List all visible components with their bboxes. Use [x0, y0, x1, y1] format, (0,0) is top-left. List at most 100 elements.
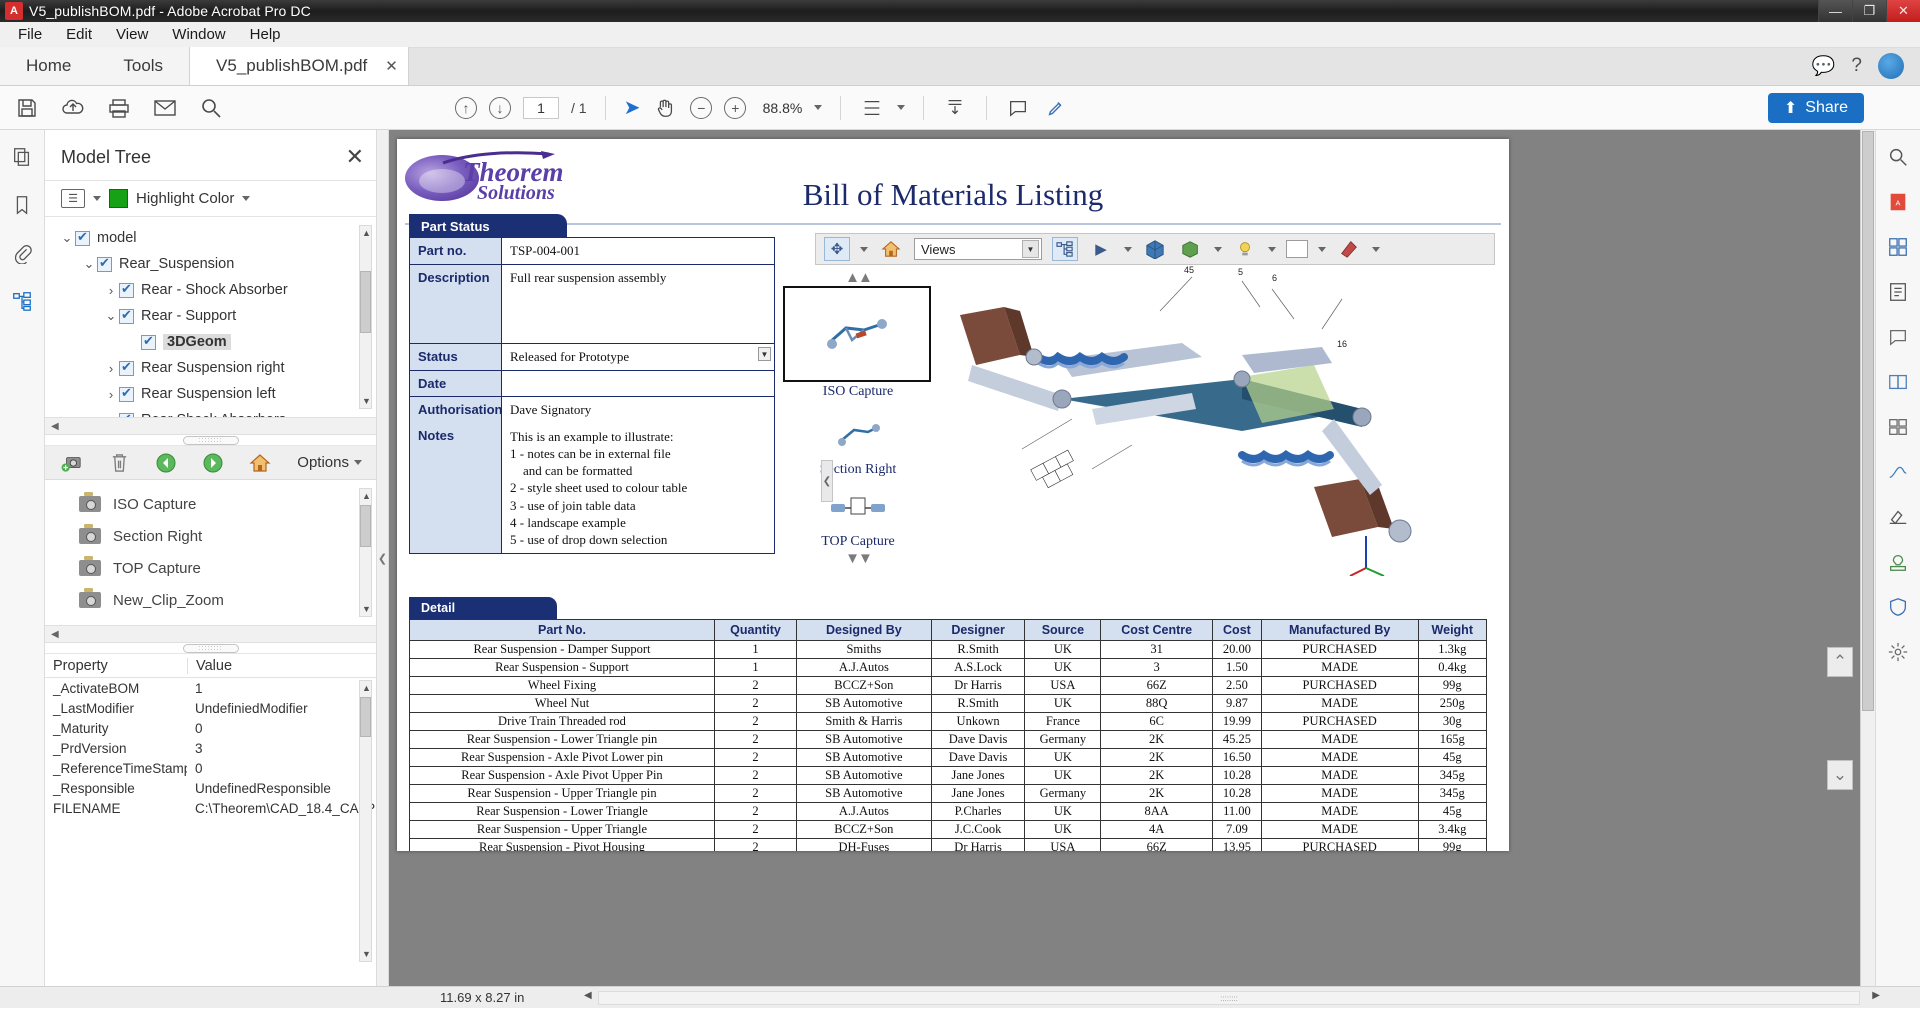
view-list-item[interactable]: Section Right	[45, 520, 376, 552]
thumbnail-section-right[interactable]	[783, 418, 933, 454]
property-row[interactable]: _PrdVersion3	[45, 738, 376, 758]
export-pdf-icon[interactable]: A	[1884, 189, 1912, 215]
document-scroll-thumb[interactable]	[1862, 131, 1874, 711]
panel-splitter-2[interactable]: ::::::::	[45, 643, 376, 654]
fill-and-sign-icon[interactable]	[1884, 459, 1912, 485]
views-scroll-down-icon[interactable]: ▼	[361, 603, 372, 615]
thumbnails-scroll-down-icon[interactable]: ▼▼	[783, 550, 933, 567]
properties-scrollbar[interactable]: ▲ ▼	[359, 680, 372, 962]
expand-arrow-icon[interactable]: ›	[103, 283, 119, 298]
model-tree-scroll-thumb[interactable]	[360, 271, 371, 333]
add-view-icon[interactable]	[61, 451, 83, 475]
tab-home[interactable]: Home	[0, 47, 97, 85]
scroll-page-up-button[interactable]: ⌃	[1827, 647, 1853, 677]
view-list-item[interactable]: ISO Capture	[45, 488, 376, 520]
tree-node-checkbox[interactable]	[119, 283, 134, 298]
page-fit-icon[interactable]	[859, 95, 885, 121]
tree-node-checkbox[interactable]	[97, 257, 112, 272]
views-scroll-thumb[interactable]	[360, 505, 371, 547]
edit-pdf-icon[interactable]	[1884, 279, 1912, 305]
document-collapse-tab[interactable]: ❮	[821, 460, 833, 502]
tree-node-checkbox[interactable]	[119, 309, 134, 324]
3d-render-mode-icon[interactable]	[1178, 237, 1204, 261]
next-page-icon[interactable]: ↓	[489, 97, 511, 119]
send-for-signature-icon[interactable]	[1884, 504, 1912, 530]
3d-render-caret-icon[interactable]	[1214, 247, 1222, 252]
previous-view-icon[interactable]	[156, 451, 177, 475]
model-tree-hscrollbar[interactable]: ◀	[45, 417, 376, 435]
menu-item-edit[interactable]: Edit	[54, 24, 104, 45]
menu-item-help[interactable]: Help	[238, 24, 293, 45]
expand-arrow-icon[interactable]: ›	[103, 413, 119, 418]
scroll-down-arrow-icon[interactable]: ▼	[361, 395, 372, 407]
search-tool-icon[interactable]	[1884, 144, 1912, 170]
tree-node[interactable]: ›Rear Suspension left	[45, 381, 376, 407]
expand-arrow-icon[interactable]: ›	[103, 387, 119, 402]
share-button[interactable]: ⬆ Share	[1768, 93, 1864, 123]
tab-document[interactable]: V5_publishBOM.pdf ✕	[189, 47, 409, 85]
page-fit-caret-icon[interactable]	[897, 105, 905, 110]
thumbnail-iso-capture[interactable]	[783, 286, 931, 382]
view-list-item[interactable]: New_Clip_Zoom	[45, 584, 376, 616]
property-row[interactable]: FILENAMEC:\Theorem\CAD_18.4_CA5PD	[45, 798, 376, 818]
tree-node[interactable]: ›Rear Suspension right	[45, 355, 376, 381]
views-scrollbar[interactable]: ▲ ▼	[359, 488, 372, 617]
3d-cross-section-caret-icon[interactable]	[1372, 247, 1380, 252]
3d-lighting-caret-icon[interactable]	[1268, 247, 1276, 252]
3d-play-icon[interactable]: ▶	[1088, 237, 1114, 261]
highlight-color-swatch[interactable]	[109, 189, 128, 208]
view-options-icon[interactable]: ☰	[61, 189, 85, 208]
3d-lighting-icon[interactable]	[1232, 237, 1258, 261]
model-tree-close-icon[interactable]: ✕	[346, 144, 364, 170]
property-row[interactable]: _ActivateBOM1	[45, 678, 376, 698]
status-dropdown-caret-icon[interactable]: ▼	[758, 347, 771, 361]
protect-icon[interactable]	[1884, 594, 1912, 620]
print-icon[interactable]	[106, 95, 132, 121]
previous-page-icon[interactable]: ↑	[455, 97, 477, 119]
3d-cross-section-icon[interactable]	[1336, 237, 1362, 261]
save-icon[interactable]	[14, 95, 40, 121]
scroll-page-down-button[interactable]: ⌄	[1827, 760, 1853, 790]
more-tools-icon[interactable]	[1884, 639, 1912, 665]
tab-close-icon[interactable]: ✕	[385, 57, 398, 75]
tree-node-checkbox[interactable]	[119, 387, 134, 402]
search-icon[interactable]	[198, 95, 224, 121]
view-list-item[interactable]: TOP Capture	[45, 552, 376, 584]
help-icon[interactable]: ?	[1851, 55, 1862, 77]
views-options-button[interactable]: Options	[297, 454, 376, 471]
home-view-icon[interactable]	[249, 451, 271, 475]
tree-node-checkbox[interactable]	[75, 231, 90, 246]
thumbnail-top-capture[interactable]	[783, 492, 933, 526]
3d-play-caret-icon[interactable]	[1124, 247, 1132, 252]
hscroll-left-arrow-icon[interactable]: ◀	[584, 990, 592, 1001]
document-vertical-scrollbar[interactable]	[1860, 130, 1875, 986]
create-pdf-icon[interactable]	[1884, 234, 1912, 260]
3d-views-select[interactable]: Views ▼	[914, 238, 1042, 260]
hscroll-right-arrow-icon[interactable]: ▶	[1872, 990, 1880, 1001]
cloud-upload-icon[interactable]	[60, 95, 86, 121]
menu-item-window[interactable]: Window	[160, 24, 237, 45]
menu-item-file[interactable]: File	[6, 24, 54, 45]
property-row[interactable]: _Maturity0	[45, 718, 376, 738]
part-status-value[interactable]: Released for Prototype▼	[502, 344, 774, 370]
collapse-arrow-icon[interactable]: ⌄	[103, 308, 119, 324]
highlight-pen-icon[interactable]	[1043, 95, 1069, 121]
close-button[interactable]: ✕	[1886, 0, 1920, 22]
property-row[interactable]: _ResponsibleUndefinedResponsible	[45, 778, 376, 798]
tree-node-checkbox[interactable]	[119, 361, 134, 376]
3d-views-select-caret-icon[interactable]: ▼	[1022, 240, 1039, 258]
thumbnails-scroll-up-icon[interactable]: ▲▲	[783, 269, 933, 286]
property-row[interactable]: _LastModifierUndefiniedModifier	[45, 698, 376, 718]
user-avatar[interactable]	[1878, 53, 1904, 79]
menu-item-view[interactable]: View	[104, 24, 160, 45]
3d-background-caret-icon[interactable]	[1318, 247, 1326, 252]
3d-background-color-swatch[interactable]	[1286, 240, 1308, 258]
tree-node-checkbox[interactable]	[141, 335, 156, 350]
property-row[interactable]: _ReferenceTimeStamp0	[45, 758, 376, 778]
hand-tool-icon[interactable]	[652, 95, 678, 121]
model-tree-scrollbar[interactable]: ▲ ▼	[359, 225, 372, 409]
3d-model-tree-toggle-icon[interactable]	[1052, 237, 1078, 261]
comment-tool-icon[interactable]	[1005, 95, 1031, 121]
tab-tools[interactable]: Tools	[97, 47, 189, 85]
zoom-level-value[interactable]: 88.8%	[758, 100, 802, 116]
